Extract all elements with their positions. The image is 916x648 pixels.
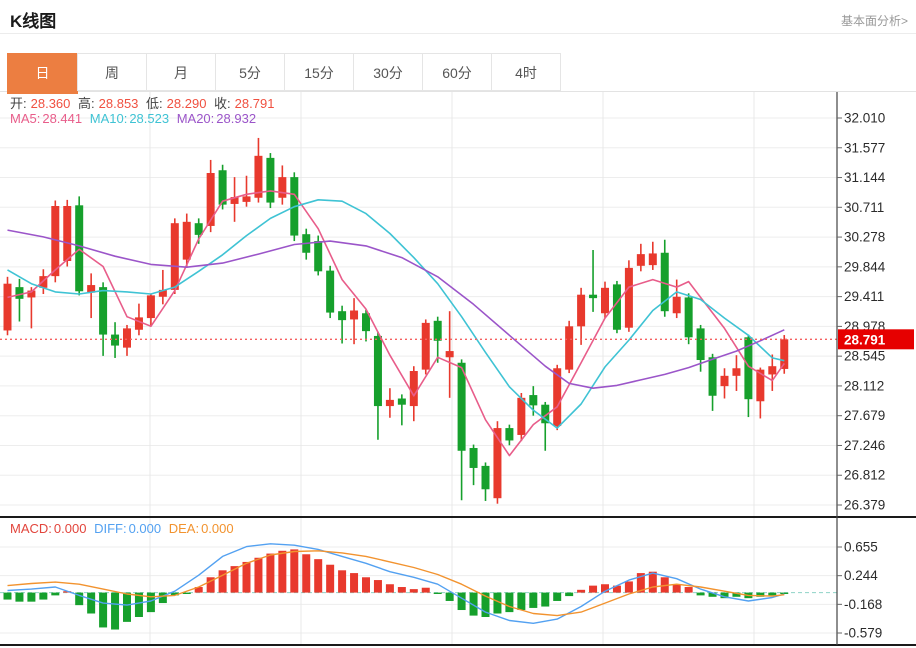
candles-layer bbox=[4, 138, 789, 504]
macd-axis-label: -0.168 bbox=[844, 597, 882, 612]
macd-readout: MACD:0.000 DIFF:0.000 DEA:0.000 bbox=[10, 521, 238, 536]
macd-y-axis-labels: 0.655 0.244 -0.168 -0.579 bbox=[837, 540, 882, 641]
macd-axis-label: 0.244 bbox=[844, 568, 878, 583]
low-label: 低: bbox=[146, 96, 163, 111]
ma20-label: MA20: bbox=[177, 111, 215, 126]
macd-axis-label: 0.655 bbox=[844, 540, 878, 555]
open-label: 开: bbox=[10, 96, 27, 111]
ma20-value: 28.932 bbox=[216, 111, 256, 126]
y-axis-label: 28.112 bbox=[844, 378, 884, 393]
ma10-line bbox=[8, 200, 785, 428]
tab-30min[interactable]: 30分 bbox=[353, 53, 423, 91]
tab-60min[interactable]: 60分 bbox=[422, 53, 492, 91]
macd-histogram bbox=[4, 549, 789, 629]
y-axis-label: 29.411 bbox=[844, 289, 884, 304]
last-price-badge-text: 28.791 bbox=[844, 332, 886, 347]
tab-day[interactable]: 日 bbox=[7, 53, 78, 94]
macd-axis-label: -0.579 bbox=[844, 626, 882, 641]
tab-15min[interactable]: 15分 bbox=[284, 53, 354, 91]
macd-value: 0.000 bbox=[54, 521, 87, 536]
ohlc-readout: 开: 28.360 高: 28.853 低: 28.290 收: 28.791 bbox=[10, 93, 278, 112]
ma5-value: 28.441 bbox=[42, 111, 82, 126]
y-axis-label: 30.711 bbox=[844, 200, 884, 215]
ma-readout: MA5:28.441 MA10:28.523 MA20:28.932 bbox=[10, 111, 260, 126]
y-axis-label: 27.679 bbox=[844, 408, 885, 423]
y-axis-label: 28.545 bbox=[844, 349, 885, 364]
close-label: 收: bbox=[214, 96, 231, 111]
high-value: 28.853 bbox=[99, 96, 139, 111]
y-axis-label: 26.812 bbox=[844, 468, 885, 483]
low-value: 28.290 bbox=[167, 96, 207, 111]
ma5-label: MA5: bbox=[10, 111, 40, 126]
close-value: 28.791 bbox=[235, 96, 275, 111]
main-y-axis-labels: 32.010 31.577 31.144 30.711 30.278 29.844 29.4… bbox=[837, 111, 886, 513]
y-axis-label: 32.010 bbox=[844, 111, 885, 126]
y-axis-label: 26.379 bbox=[844, 498, 885, 513]
ma10-label: MA10: bbox=[90, 111, 128, 126]
interval-tabbar: 日 周 月 5分 15分 30分 60分 4时 bbox=[8, 53, 561, 94]
tab-5min[interactable]: 5分 bbox=[215, 53, 285, 91]
y-axis-label: 30.278 bbox=[844, 230, 885, 245]
high-label: 高: bbox=[78, 96, 95, 111]
tab-month[interactable]: 月 bbox=[146, 53, 216, 91]
dea-label: DEA: bbox=[169, 521, 199, 536]
y-axis-label: 27.246 bbox=[844, 438, 885, 453]
diff-label: DIFF: bbox=[94, 521, 127, 536]
dea-value: 0.000 bbox=[201, 521, 234, 536]
y-axis-label: 31.577 bbox=[844, 140, 885, 155]
kline-widget: K线图 基本面分析> 日 周 月 5分 15分 30分 60分 4时 32.01… bbox=[0, 0, 916, 648]
tab-week[interactable]: 周 bbox=[77, 53, 147, 91]
diff-value: 0.000 bbox=[129, 521, 162, 536]
y-axis-label: 31.144 bbox=[844, 170, 886, 185]
macd-label: MACD: bbox=[10, 521, 52, 536]
last-price-badge: 28.791 bbox=[838, 329, 914, 349]
tab-4hour[interactable]: 4时 bbox=[491, 53, 561, 91]
open-value: 28.360 bbox=[31, 96, 71, 111]
y-axis-label: 29.844 bbox=[844, 259, 886, 274]
ma10-value: 28.523 bbox=[129, 111, 169, 126]
